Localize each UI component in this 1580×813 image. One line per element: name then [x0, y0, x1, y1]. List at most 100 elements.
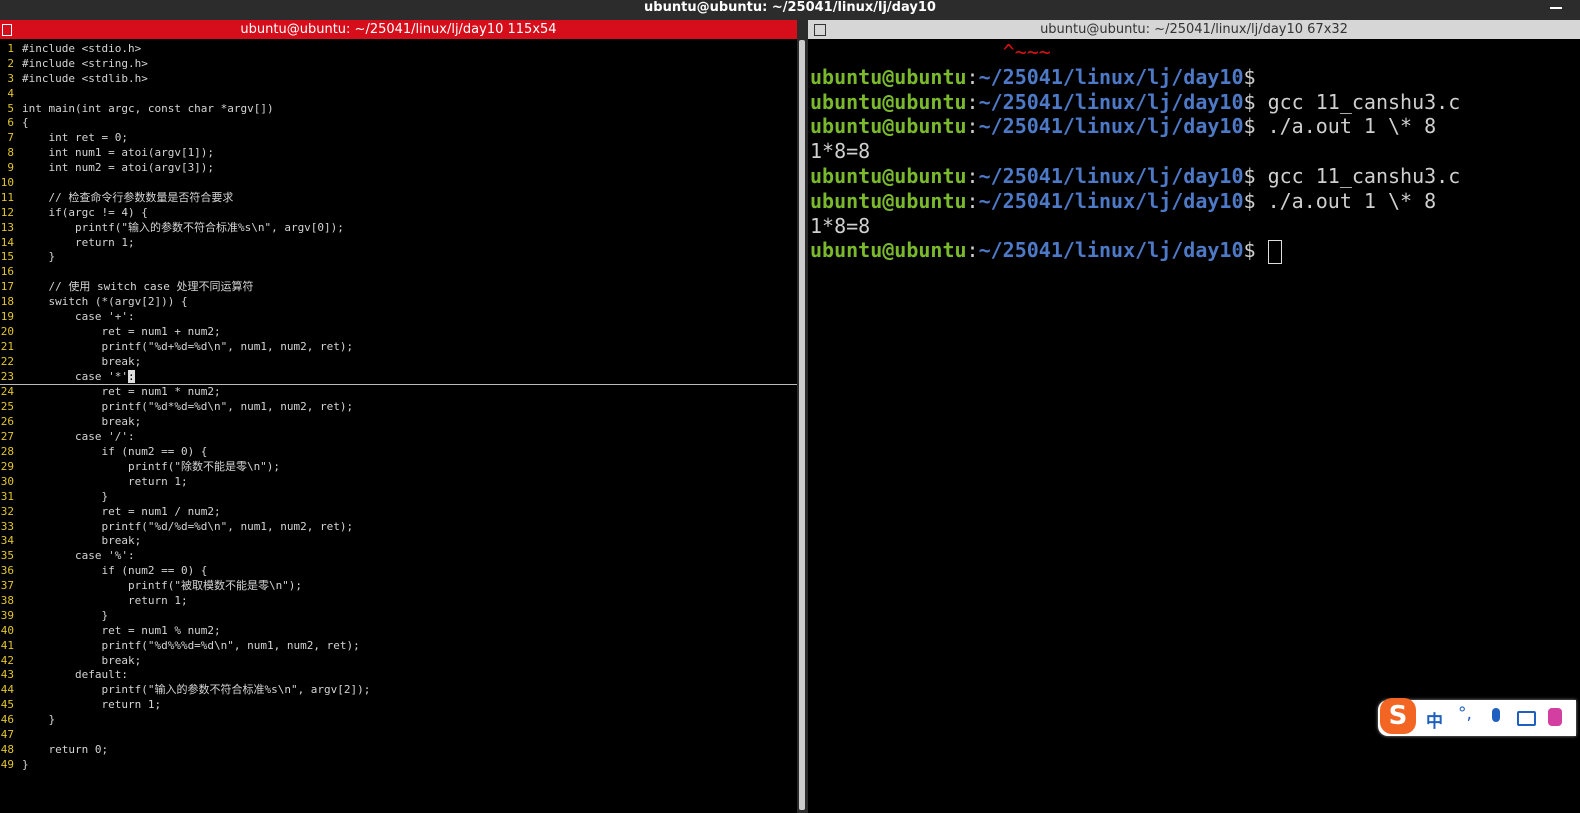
- code-line[interactable]: 42 break;: [0, 654, 797, 669]
- command-text: ./a.out 1 \* 8: [1255, 188, 1437, 213]
- code-line[interactable]: 9 int num2 = atoi(argv[3]);: [0, 161, 797, 176]
- left-pane-titlebar[interactable]: ubuntu@ubuntu: ~/25041/linux/lj/day10 11…: [0, 20, 797, 39]
- code-line[interactable]: 36 if (num2 == 0) {: [0, 564, 797, 579]
- code-text: printf("输入的参数不符合标准%s\n", argv[0]);: [22, 220, 344, 234]
- code-text: #include <string.h>: [22, 56, 148, 70]
- code-line[interactable]: 15 }: [0, 250, 797, 265]
- keyboard-icon[interactable]: [1517, 711, 1536, 726]
- prompt-colon: :: [966, 64, 979, 89]
- code-line[interactable]: 5 int main(int argc, const char *argv[]): [0, 102, 797, 117]
- code-line[interactable]: 43 default:: [0, 668, 797, 683]
- pane-divider[interactable]: [797, 20, 808, 813]
- code-line[interactable]: 25 printf("%d*%d=%d\n", num1, num2, ret)…: [0, 400, 797, 415]
- line-number: 46: [0, 713, 14, 727]
- code-line[interactable]: 24 ret = num1 * num2;: [0, 385, 797, 400]
- line-number: 11: [0, 190, 14, 204]
- prompt-line: ubuntu@ubuntu:~/25041/linux/lj/day10$ ./…: [810, 189, 1580, 214]
- code-line[interactable]: 30 return 1;: [0, 475, 797, 490]
- code-line[interactable]: 12 if(argc != 4) {: [0, 206, 797, 221]
- line-number: 12: [0, 205, 14, 219]
- microphone-icon[interactable]: [1492, 708, 1500, 722]
- line-number: 47: [0, 727, 14, 741]
- code-line[interactable]: 28 if (num2 == 0) {: [0, 445, 797, 460]
- window-titlebar: ubuntu@ubuntu: ~/25041/linux/lj/day10: [0, 0, 1580, 20]
- code-line[interactable]: 4: [0, 87, 797, 102]
- line-number: 26: [0, 415, 14, 429]
- code-line[interactable]: 16: [0, 265, 797, 280]
- code-line[interactable]: 45 return 1;: [0, 698, 797, 713]
- text-cursor: :: [127, 369, 135, 383]
- code-line[interactable]: 38 return 1;: [0, 594, 797, 609]
- line-number: 4: [7, 86, 14, 100]
- code-line[interactable]: 31 }: [0, 490, 797, 505]
- code-text: int main(int argc, const char *argv[]): [22, 101, 274, 115]
- prompt-dollar: $: [1243, 89, 1256, 114]
- line-number: 8: [7, 146, 14, 160]
- scrollbar-thumb[interactable]: [799, 40, 805, 810]
- code-line[interactable]: 26 break;: [0, 415, 797, 430]
- code-line[interactable]: 29 printf("除数不能是零\n");: [0, 460, 797, 475]
- command-output: 1*8=8: [810, 213, 871, 238]
- code-text: ret = num1 % num2;: [22, 623, 221, 637]
- code-line[interactable]: 34 break;: [0, 534, 797, 549]
- ime-language-toggle[interactable]: 中: [1426, 707, 1443, 732]
- line-number: 45: [0, 698, 14, 712]
- vim-editor[interactable]: 1 #include <stdio.h> 2 #include <string.h> 3…: [0, 42, 797, 773]
- code-line[interactable]: 27 case '/':: [0, 430, 797, 445]
- code-line[interactable]: 2 #include <string.h>: [0, 57, 797, 72]
- line-number: 1: [7, 42, 14, 55]
- ime-toolbar[interactable]: S 中 °,: [1378, 698, 1576, 736]
- code-line[interactable]: 39 }: [0, 609, 797, 624]
- code-line[interactable]: 18 switch (*(argv[2])) {: [0, 295, 797, 310]
- prompt-user: ubuntu@ubuntu: [810, 114, 967, 139]
- code-line[interactable]: 40 ret = num1 % num2;: [0, 624, 797, 639]
- code-line[interactable]: 3 #include <stdlib.h>: [0, 72, 797, 87]
- minimize-button[interactable]: [1550, 7, 1562, 9]
- line-number: 42: [0, 653, 14, 667]
- line-number: 29: [0, 459, 14, 473]
- right-terminal-pane[interactable]: ubuntu@ubuntu: ~/25041/linux/lj/day10 67…: [808, 20, 1580, 813]
- code-line[interactable]: 49}: [0, 758, 797, 773]
- code-text: break;: [22, 534, 142, 548]
- line-number: 10: [0, 176, 14, 190]
- right-pane-titlebar[interactable]: ubuntu@ubuntu: ~/25041/linux/lj/day10 67…: [808, 20, 1580, 39]
- line-number: 30: [0, 474, 14, 488]
- code-line[interactable]: 14 return 1;: [0, 236, 797, 251]
- code-line[interactable]: 13 printf("输入的参数不符合标准%s\n", argv[0]);: [0, 221, 797, 236]
- code-line[interactable]: 21 printf("%d+%d=%d\n", num1, num2, ret)…: [0, 340, 797, 355]
- left-terminal-pane[interactable]: ubuntu@ubuntu: ~/25041/linux/lj/day10 11…: [0, 20, 797, 813]
- prompt-colon: :: [966, 238, 979, 263]
- code-line[interactable]: 8 int num1 = atoi(argv[1]);: [0, 146, 797, 161]
- skin-icon[interactable]: [1548, 708, 1562, 726]
- code-line[interactable]: 47: [0, 728, 797, 743]
- code-line[interactable]: 17 // 使用 switch case 处理不同运算符: [0, 280, 797, 295]
- line-number: 17: [0, 280, 14, 294]
- line-number: 22: [0, 354, 14, 368]
- code-line[interactable]: 19 case '+':: [0, 310, 797, 325]
- code-line[interactable]: 6{: [0, 116, 797, 131]
- terminal-output[interactable]: ^~~~ ubuntu@ubuntu:~/25041/linux/lj/day1…: [810, 40, 1580, 264]
- code-line[interactable]: 22 break;: [0, 355, 797, 370]
- code-line[interactable]: 46 }: [0, 713, 797, 728]
- code-line[interactable]: 41 printf("%d%%%d=%d\n", num1, num2, ret…: [0, 639, 797, 654]
- code-line[interactable]: 23 case '*':: [0, 369, 797, 386]
- code-line[interactable]: 32 ret = num1 / num2;: [0, 505, 797, 520]
- line-number: 37: [0, 579, 14, 593]
- code-line[interactable]: 11 // 检查命令行参数数量是否符合要求: [0, 191, 797, 206]
- code-line[interactable]: 44 printf("输入的参数不符合标准%s\n", argv[2]);: [0, 683, 797, 698]
- line-number: 6: [7, 116, 14, 130]
- line-number: 15: [0, 250, 14, 264]
- code-text: if (num2 == 0) {: [22, 564, 208, 578]
- code-line[interactable]: 35 case '%':: [0, 549, 797, 564]
- code-line[interactable]: 20 ret = num1 + num2;: [0, 325, 797, 340]
- code-line[interactable]: 7 int ret = 0;: [0, 131, 797, 146]
- code-line[interactable]: 37 printf("被取模数不能是零\n");: [0, 579, 797, 594]
- code-line[interactable]: 1 #include <stdio.h>: [0, 42, 797, 57]
- code-line[interactable]: 48 return 0;: [0, 743, 797, 758]
- sogou-logo-icon[interactable]: S: [1380, 698, 1416, 734]
- code-line[interactable]: 10: [0, 176, 797, 191]
- code-line[interactable]: 33 printf("%d/%d=%d\n", num1, num2, ret)…: [0, 520, 797, 535]
- terminal-cursor[interactable]: [1267, 239, 1282, 264]
- ime-punctuation-toggle[interactable]: °,: [1458, 704, 1472, 724]
- line-number: 43: [0, 668, 14, 682]
